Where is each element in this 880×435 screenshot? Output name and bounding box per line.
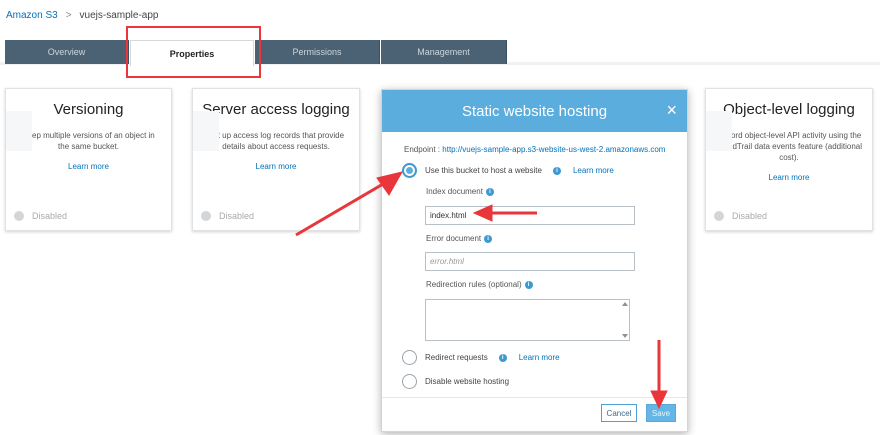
- info-icon[interactable]: i: [485, 187, 494, 196]
- use-bucket-learn-more-link[interactable]: Learn more: [573, 166, 614, 175]
- error-document-label: Error document i: [426, 234, 493, 243]
- status-dot-icon: [14, 211, 24, 221]
- logging-status-label: Disabled: [219, 211, 255, 221]
- card-watermark: [193, 111, 219, 151]
- disable-hosting-label: Disable website hosting: [425, 377, 510, 386]
- object-logging-description: Record object-level API activity using t…: [716, 131, 863, 162]
- textarea-scrollbar[interactable]: [621, 301, 628, 339]
- object-logging-status-label: Disabled: [732, 211, 768, 221]
- info-icon[interactable]: i: [484, 234, 493, 243]
- index-document-label: Index document i: [426, 187, 494, 196]
- card-watermark: [6, 111, 32, 151]
- redirection-rules-textarea[interactable]: [425, 299, 630, 341]
- versioning-status: Disabled: [14, 211, 67, 221]
- breadcrumb-root-link[interactable]: Amazon S3: [6, 10, 58, 21]
- redirect-requests-label: Redirect requests: [425, 353, 488, 362]
- redirect-requests-option[interactable]: Redirect requests i Learn more: [402, 350, 560, 365]
- breadcrumb-current: vuejs-sample-app: [79, 10, 159, 21]
- server-access-logging-card[interactable]: Server access logging Set up access log …: [192, 88, 360, 231]
- modal-footer: Cancel Save: [382, 397, 687, 431]
- use-bucket-label: Use this bucket to host a website: [425, 166, 542, 175]
- logging-description: Set up access log records that provide d…: [207, 131, 345, 151]
- redirection-rules-label-text: Redirection rules (optional): [426, 280, 522, 289]
- save-button[interactable]: Save: [646, 404, 676, 422]
- modal-header: Static website hosting ×: [382, 90, 687, 132]
- redirection-rules-label: Redirection rules (optional) i: [426, 280, 533, 289]
- versioning-description: Keep multiple versions of an object in t…: [22, 131, 155, 151]
- scroll-up-icon[interactable]: [622, 302, 628, 306]
- endpoint: Endpoint : http://vuejs-sample-app.s3-we…: [404, 145, 665, 154]
- tab-permissions[interactable]: Permissions: [255, 40, 380, 64]
- error-document-label-text: Error document: [426, 234, 482, 243]
- breadcrumb: Amazon S3 > vuejs-sample-app: [6, 10, 158, 21]
- scroll-down-icon[interactable]: [622, 334, 628, 338]
- index-document-input[interactable]: index.html: [425, 206, 635, 225]
- logging-status: Disabled: [201, 211, 254, 221]
- modal-title: Static website hosting: [461, 102, 608, 120]
- status-dot-icon: [201, 211, 211, 221]
- tab-properties[interactable]: Properties: [130, 40, 254, 66]
- logging-learn-more-link[interactable]: Learn more: [193, 162, 359, 171]
- use-bucket-radio[interactable]: [402, 163, 417, 178]
- versioning-card[interactable]: Versioning Keep multiple versions of an …: [5, 88, 172, 231]
- redirect-learn-more-link[interactable]: Learn more: [519, 353, 560, 362]
- static-website-hosting-modal: Static website hosting × Endpoint : http…: [381, 89, 688, 432]
- tab-bar: Overview Properties Permissions Manageme…: [0, 32, 880, 66]
- disable-hosting-radio[interactable]: [402, 374, 417, 389]
- endpoint-label: Endpoint :: [404, 145, 441, 154]
- use-bucket-option[interactable]: Use this bucket to host a website i Lear…: [402, 163, 614, 178]
- object-logging-status: Disabled: [714, 211, 767, 221]
- tab-management[interactable]: Management: [381, 40, 507, 64]
- versioning-learn-more-link[interactable]: Learn more: [6, 162, 171, 171]
- info-icon[interactable]: i: [498, 353, 507, 362]
- index-document-label-text: Index document: [426, 187, 483, 196]
- breadcrumb-separator: >: [65, 10, 72, 21]
- object-logging-learn-more-link[interactable]: Learn more: [706, 173, 872, 182]
- redirect-requests-radio[interactable]: [402, 350, 417, 365]
- close-icon[interactable]: ×: [666, 101, 677, 119]
- versioning-status-label: Disabled: [32, 211, 68, 221]
- status-dot-icon: [714, 211, 724, 221]
- disable-hosting-option[interactable]: Disable website hosting: [402, 374, 509, 389]
- object-level-logging-card[interactable]: Object-level logging Record object-level…: [705, 88, 873, 231]
- tab-overview[interactable]: Overview: [5, 40, 129, 64]
- error-document-input[interactable]: error.html: [425, 252, 635, 271]
- cancel-button[interactable]: Cancel: [601, 404, 637, 422]
- card-watermark: [706, 111, 732, 151]
- info-icon[interactable]: i: [552, 166, 561, 175]
- info-icon[interactable]: i: [524, 280, 533, 289]
- endpoint-url-link[interactable]: http://vuejs-sample-app.s3-website-us-we…: [442, 145, 665, 154]
